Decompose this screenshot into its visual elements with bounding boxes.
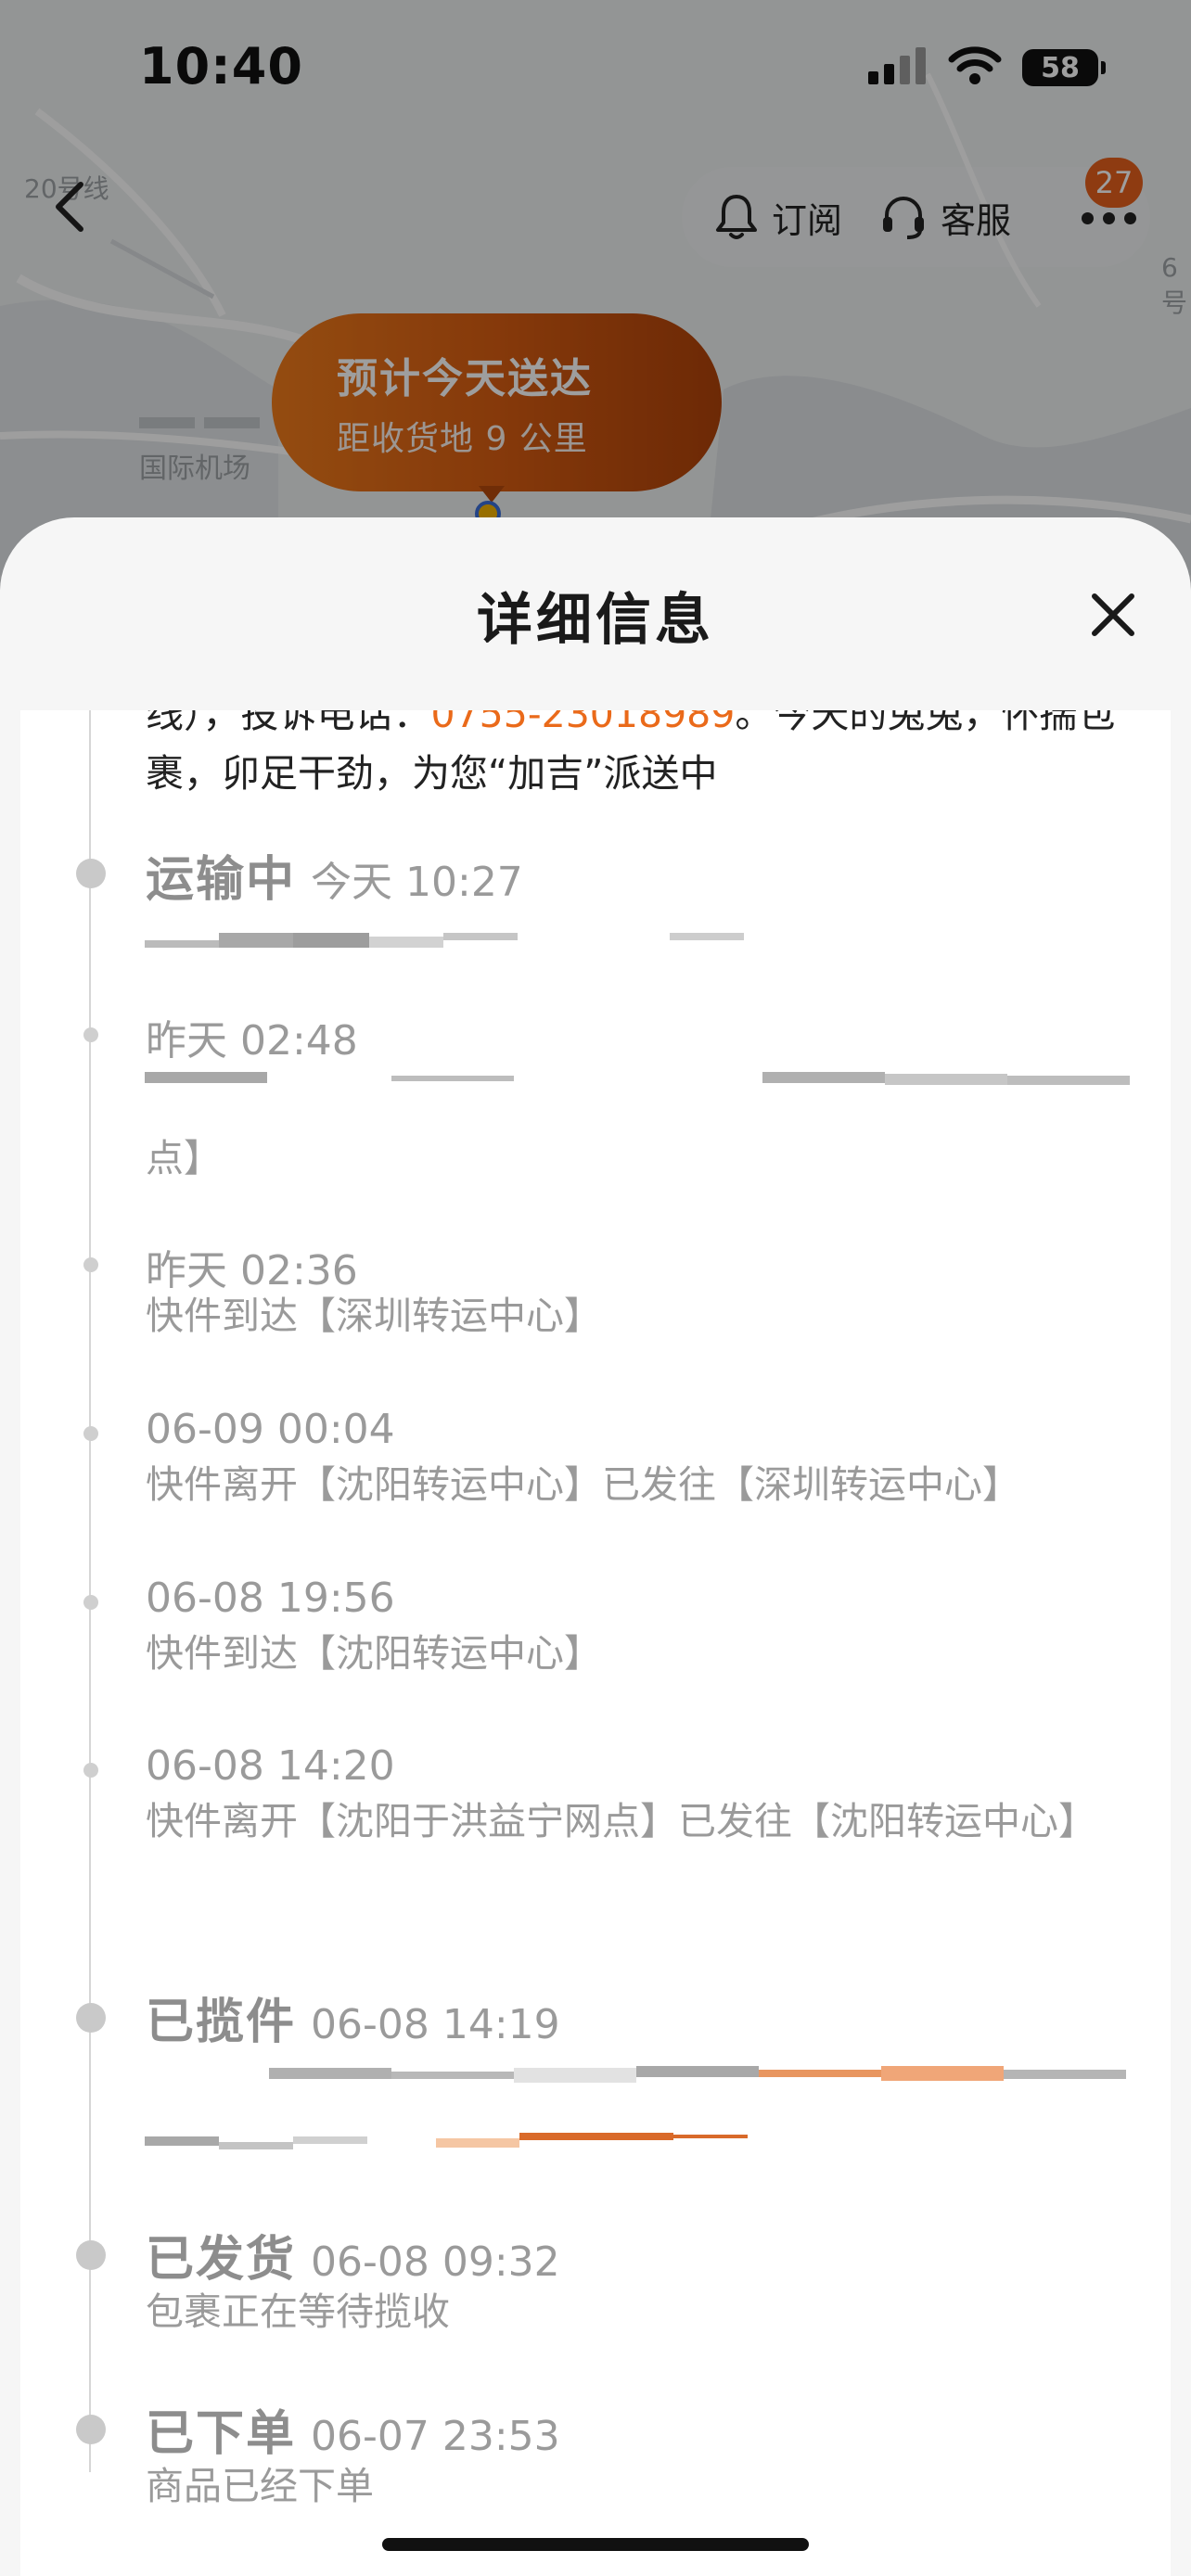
detail-sheet: 详细信息 线），投诉电话：0755-23018989。今天的兔兔，怀揣包裹，卯足…: [0, 517, 1191, 2576]
event-description: 快件到达【深圳转运中心】: [146, 1294, 602, 1338]
timeline-line: [89, 710, 91, 2472]
timeline-dot: [76, 2240, 106, 2270]
event-time: 06-09 00:04: [146, 1406, 395, 1453]
event-time: 06-08 19:56: [146, 1575, 395, 1622]
timeline-dot: [76, 2003, 106, 2033]
event-time: 06-08 14:20: [146, 1742, 395, 1790]
timeline-dot: [83, 1426, 98, 1441]
timeline-dot: [83, 1595, 98, 1610]
event-status: 已揽件: [146, 1995, 297, 2050]
event-time: 今天 10:27: [311, 859, 523, 906]
event-description: 商品已经下单: [146, 2464, 374, 2508]
tracking-timeline[interactable]: 线），投诉电话：0755-23018989。今天的兔兔，怀揣包裹，卯足干劲，为您…: [20, 710, 1171, 2576]
timeline-dot: [83, 1257, 98, 1272]
event-time: 昨天 02:48: [146, 1017, 358, 1065]
timeline-dot: [76, 2415, 106, 2444]
timeline-dot: [83, 1027, 98, 1042]
event-status: 已发货: [146, 2232, 297, 2288]
event-status: 运输中: [146, 852, 297, 908]
event-status: 已下单: [146, 2406, 297, 2462]
event-description: 快件离开【沈阳转运中心】已发往【深圳转运中心】: [146, 1462, 1020, 1507]
sheet-title: 详细信息: [477, 588, 714, 653]
complaint-phone-link[interactable]: 0755-23018989: [431, 710, 736, 736]
event-description: 点】: [146, 1136, 222, 1180]
event-time: 06-08 14:19: [311, 2001, 560, 2048]
event-description: 包裹正在等待揽收: [146, 2289, 450, 2334]
event-time: 06-08 09:32: [311, 2238, 560, 2286]
timeline-dot: [76, 859, 106, 888]
latest-event-text-before: 线），投诉电话：: [146, 710, 431, 736]
event-description: 快件离开【沈阳于洪益宁网点】已发往【沈阳转运中心】: [146, 1799, 1096, 1843]
home-indicator[interactable]: [382, 2538, 809, 2551]
event-time: 06-07 23:53: [311, 2413, 560, 2460]
close-icon: [1092, 593, 1134, 636]
close-button[interactable]: [1085, 587, 1141, 643]
timeline-dot: [83, 1763, 98, 1778]
latest-event-description: 线），投诉电话：0755-23018989。今天的兔兔，怀揣包裹，卯足干劲，为您…: [146, 710, 1147, 803]
event-description: 快件到达【沈阳转运中心】: [146, 1631, 602, 1676]
